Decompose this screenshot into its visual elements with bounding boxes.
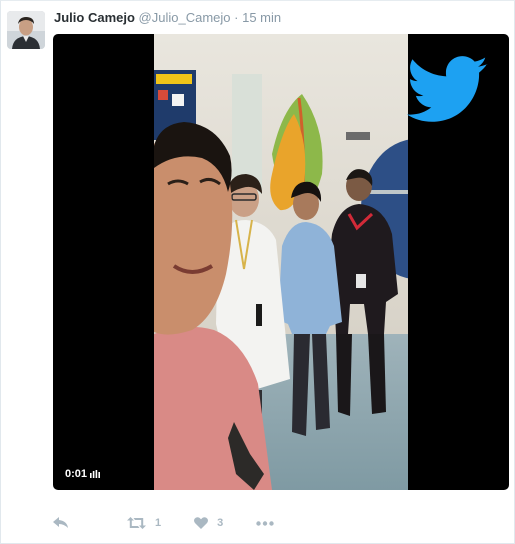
video-player[interactable]: 0:01 [53, 34, 509, 490]
reply-button[interactable] [53, 517, 69, 529]
tweet-actions: 1 3 [53, 511, 274, 535]
retweet-button[interactable]: 1 [127, 517, 161, 529]
more-button[interactable] [256, 520, 274, 526]
author-name[interactable]: Julio Camejo [54, 10, 135, 25]
avatar[interactable] [7, 11, 45, 49]
retweet-icon [127, 517, 146, 529]
duration-text: 0:01 [65, 468, 88, 480]
retweet-count: 1 [155, 517, 162, 529]
separator-dot: · [234, 10, 239, 25]
twitter-bird-icon [407, 56, 488, 122]
video-frame [154, 34, 408, 490]
reply-icon [53, 517, 68, 528]
timestamp[interactable]: 15 min [242, 10, 281, 25]
twitter-bird-shape [407, 56, 488, 122]
tweet-header: Julio Camejo @Julio_Camejo · 15 min [54, 10, 281, 26]
video-duration: 0:01 [65, 468, 101, 480]
author-handle[interactable]: @Julio_Camejo [139, 10, 231, 25]
heart-icon [194, 517, 209, 529]
more-icon [256, 520, 274, 526]
like-count: 3 [217, 517, 224, 529]
video-indicator-icon [90, 470, 101, 478]
tweet-card[interactable]: Julio Camejo @Julio_Camejo · 15 min 0:01… [0, 0, 515, 544]
avatar-image [7, 11, 45, 49]
like-button[interactable]: 3 [194, 517, 223, 529]
